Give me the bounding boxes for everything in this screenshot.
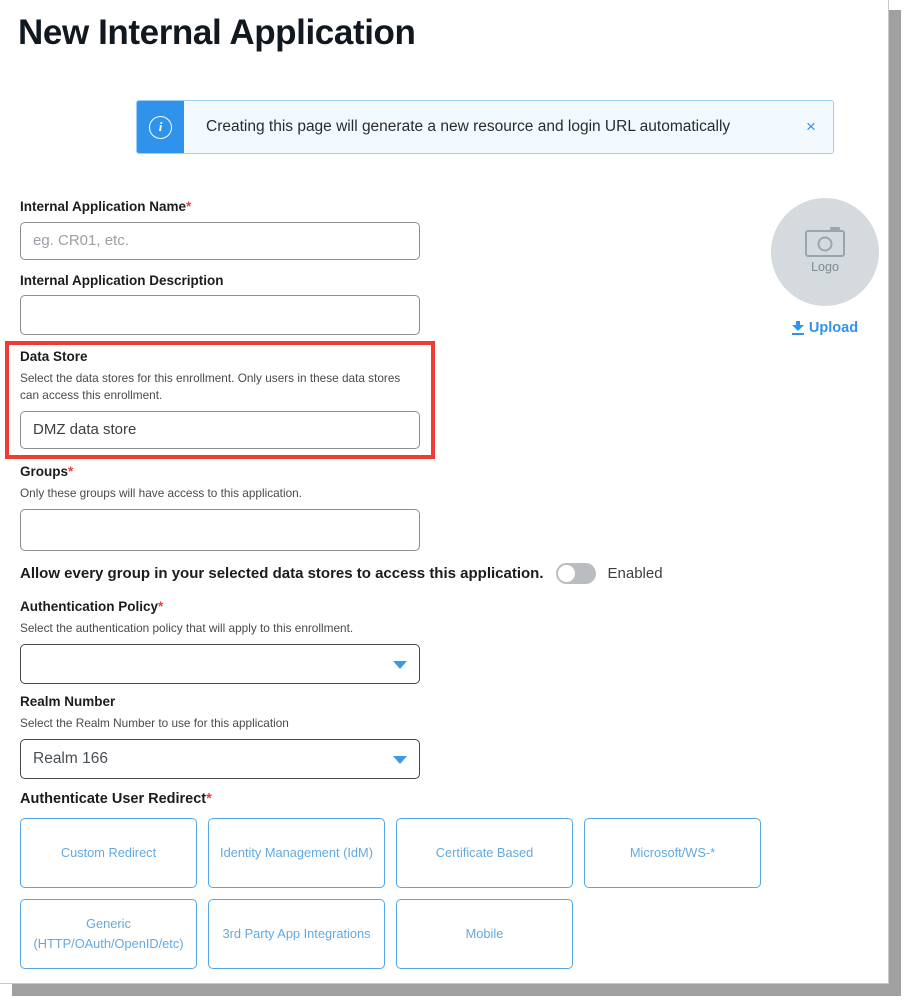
upload-label: Upload [808,320,859,336]
data-store-help: Select the data stores for this enrollme… [20,370,401,402]
allow-every-group-label: Allow every group in your selected data … [20,565,544,582]
app-name-label: Internal Application Name* [20,199,192,214]
field-realm-number: Realm Number Select the Realm Number to … [20,693,420,779]
realm-number-help: Select the Realm Number to use for this … [20,715,289,730]
info-circle-icon: i [149,115,172,139]
redirect-card[interactable]: Mobile [396,899,573,969]
top-fields: Internal Application Name* Internal Appl… [20,198,420,347]
info-banner-message: Creating this page will generate a new r… [206,117,731,135]
close-icon[interactable]: × [789,101,833,153]
logo-placeholder[interactable]: Logo [771,198,879,306]
realm-number-select[interactable]: Realm 166 [20,738,420,779]
info-banner: i Creating this page will generate a new… [136,100,834,154]
upload-button[interactable]: Upload [771,320,879,336]
redirect-card-grid: Custom Redirect Identity Management (IdM… [20,818,820,969]
download-arrow-icon [791,321,804,335]
groups-label: Groups* [20,464,74,479]
authenticate-user-redirect-section: Authenticate User Redirect* Custom Redir… [20,791,820,969]
app-name-input[interactable] [20,221,420,260]
required-marker: * [206,791,212,807]
field-auth-policy: Authentication Policy* Select the authen… [20,598,420,684]
window-shadow-bottom [12,984,901,996]
auth-policy-select-wrapper [20,643,420,684]
data-store-label: Data Store [20,349,88,364]
window-shadow-right [889,10,901,994]
redirect-card[interactable]: 3rd Party App Integrations [208,899,385,969]
required-marker: * [158,599,164,614]
required-marker: * [68,464,74,479]
field-groups: Groups* Only these groups will have acce… [20,463,420,551]
realm-number-select-wrapper: Realm 166 [20,738,420,779]
groups-input[interactable] [20,508,420,551]
page-title: New Internal Application [18,13,416,52]
redirect-card[interactable]: Microsoft/WS-* [584,818,761,888]
field-app-name: Internal Application Name* [20,198,420,260]
logo-uploader: Logo Upload [771,198,879,336]
allow-every-group-state: Enabled [607,565,663,582]
redirect-section-title: Authenticate User Redirect* [20,791,212,807]
field-data-store: Data Store Select the data stores for th… [20,348,420,449]
allow-every-group-row: Allow every group in your selected data … [20,563,663,584]
auth-policy-select[interactable] [20,643,420,684]
required-marker: * [186,199,192,214]
camera-icon [805,227,845,257]
screenshot-root: New Internal Application i Creating this… [0,0,910,1008]
info-banner-icon-area: i [137,101,184,153]
redirect-card[interactable]: Certificate Based [396,818,573,888]
app-description-input[interactable] [20,295,420,336]
allow-every-group-toggle[interactable] [555,563,596,584]
redirect-card[interactable]: Generic (HTTP/OAuth/OpenID/etc) [20,899,197,969]
logo-caption: Logo [811,260,839,274]
field-app-description: Internal Application Description [20,272,420,336]
data-store-input[interactable] [20,410,420,449]
redirect-card[interactable]: Identity Management (IdM) [208,818,385,888]
window-shadow-corner [889,984,901,996]
toggle-knob [556,564,576,583]
redirect-card[interactable]: Custom Redirect [20,818,197,888]
app-description-label: Internal Application Description [20,272,224,288]
auth-policy-label: Authentication Policy* [20,599,164,614]
application-window: New Internal Application i Creating this… [0,0,889,984]
auth-policy-help: Select the authentication policy that wi… [20,620,354,635]
realm-number-label: Realm Number [20,694,116,709]
groups-help: Only these groups will have access to th… [20,485,302,500]
